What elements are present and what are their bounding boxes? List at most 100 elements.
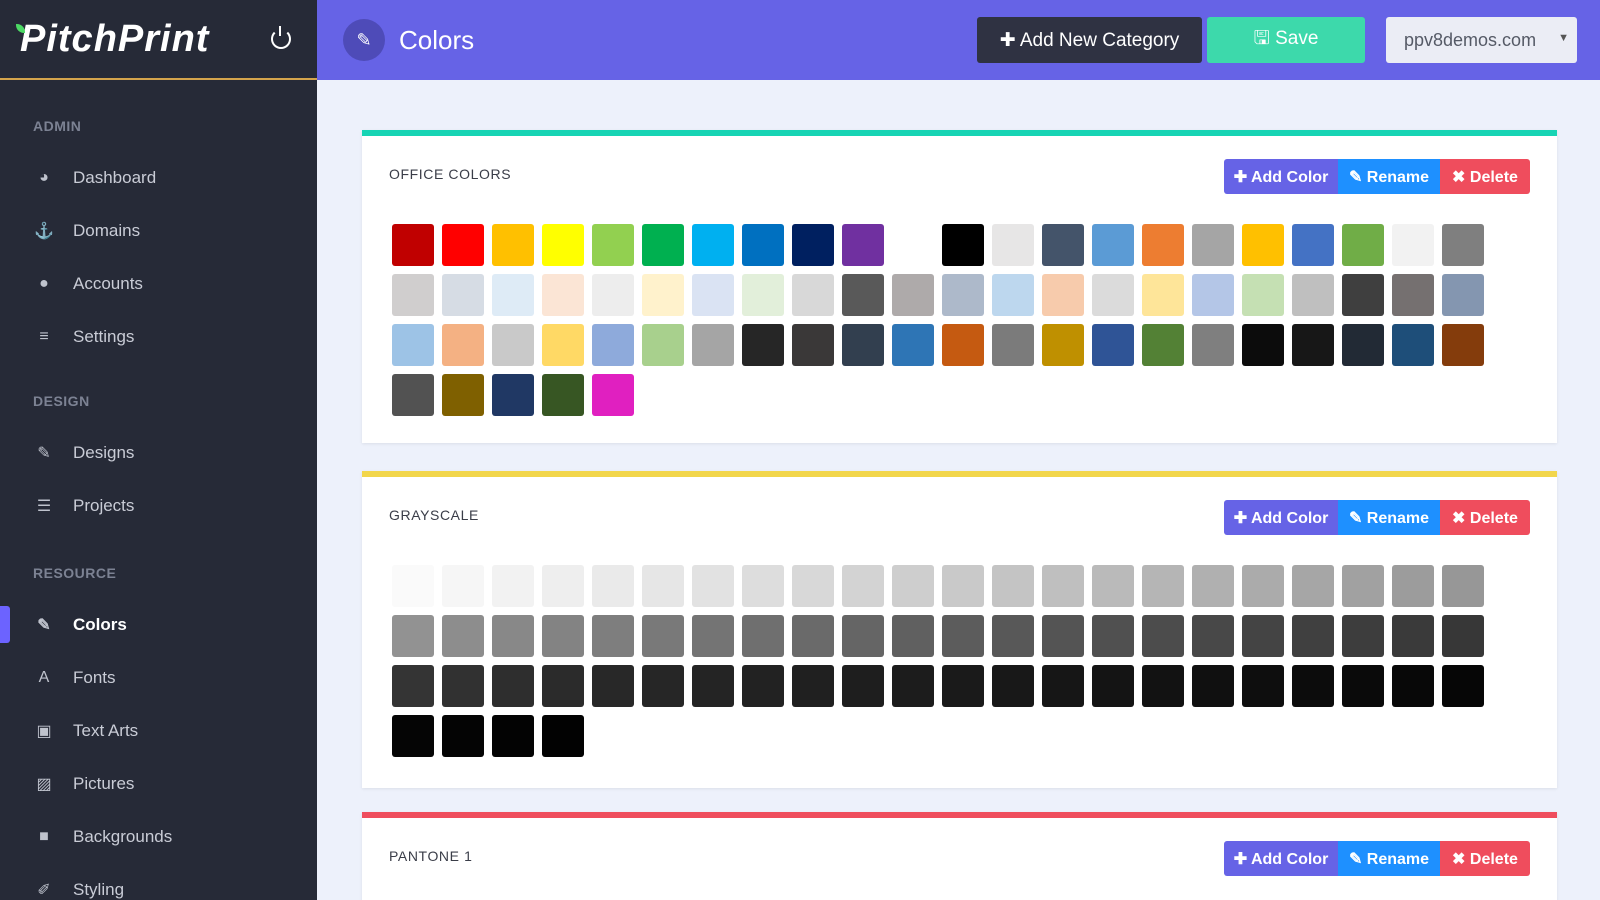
- color-swatch[interactable]: [1042, 565, 1084, 607]
- color-swatch[interactable]: [942, 565, 984, 607]
- color-swatch[interactable]: [392, 715, 434, 757]
- color-swatch[interactable]: [792, 665, 834, 707]
- color-swatch[interactable]: [1242, 565, 1284, 607]
- color-swatch[interactable]: [992, 324, 1034, 366]
- color-swatch[interactable]: [442, 615, 484, 657]
- save-button[interactable]: 🖫 Save: [1207, 17, 1365, 63]
- color-swatch[interactable]: [742, 665, 784, 707]
- sidebar-item-accounts[interactable]: ● Accounts: [0, 257, 317, 310]
- add-color-button[interactable]: ✚ Add Color: [1224, 159, 1338, 194]
- color-swatch[interactable]: [1192, 274, 1234, 316]
- color-swatch[interactable]: [742, 565, 784, 607]
- color-swatch[interactable]: [392, 615, 434, 657]
- color-swatch[interactable]: [992, 665, 1034, 707]
- color-swatch[interactable]: [392, 665, 434, 707]
- color-swatch[interactable]: [992, 224, 1034, 266]
- add-new-category-button[interactable]: ✚ Add New Category: [977, 17, 1202, 63]
- sidebar-item-styling[interactable]: ✐ Styling: [0, 863, 317, 900]
- color-swatch[interactable]: [442, 715, 484, 757]
- color-swatch[interactable]: [792, 274, 834, 316]
- color-swatch[interactable]: [1292, 224, 1334, 266]
- color-swatch[interactable]: [742, 224, 784, 266]
- color-swatch[interactable]: [1442, 665, 1484, 707]
- sidebar-item-text-arts[interactable]: ▣ Text Arts: [0, 704, 317, 757]
- color-swatch[interactable]: [1142, 274, 1184, 316]
- sidebar-item-settings[interactable]: ≡ Settings: [0, 310, 317, 363]
- color-swatch[interactable]: [492, 224, 534, 266]
- color-swatch[interactable]: [1042, 615, 1084, 657]
- color-swatch[interactable]: [542, 324, 584, 366]
- color-swatch[interactable]: [942, 224, 984, 266]
- power-icon[interactable]: [271, 26, 291, 49]
- color-swatch[interactable]: [442, 274, 484, 316]
- color-swatch[interactable]: [492, 665, 534, 707]
- color-swatch[interactable]: [1092, 615, 1134, 657]
- color-swatch[interactable]: [1342, 324, 1384, 366]
- color-swatch[interactable]: [942, 615, 984, 657]
- color-swatch[interactable]: [1242, 274, 1284, 316]
- color-swatch[interactable]: [1392, 665, 1434, 707]
- color-swatch[interactable]: [392, 274, 434, 316]
- color-swatch[interactable]: [1442, 565, 1484, 607]
- color-swatch[interactable]: [1242, 324, 1284, 366]
- color-swatch[interactable]: [942, 665, 984, 707]
- color-swatch[interactable]: [1092, 274, 1134, 316]
- color-swatch[interactable]: [742, 274, 784, 316]
- color-swatch[interactable]: [1092, 665, 1134, 707]
- color-swatch[interactable]: [1342, 565, 1384, 607]
- color-swatch[interactable]: [1192, 224, 1234, 266]
- color-swatch[interactable]: [1242, 665, 1284, 707]
- color-swatch[interactable]: [892, 324, 934, 366]
- color-swatch[interactable]: [842, 615, 884, 657]
- color-swatch[interactable]: [642, 324, 684, 366]
- color-swatch[interactable]: [1442, 224, 1484, 266]
- color-swatch[interactable]: [1292, 324, 1334, 366]
- color-swatch[interactable]: [492, 274, 534, 316]
- color-swatch[interactable]: [542, 665, 584, 707]
- color-swatch[interactable]: [742, 324, 784, 366]
- color-swatch[interactable]: [1292, 615, 1334, 657]
- color-swatch[interactable]: [592, 615, 634, 657]
- color-swatch[interactable]: [892, 274, 934, 316]
- color-swatch[interactable]: [592, 274, 634, 316]
- color-swatch[interactable]: [1392, 615, 1434, 657]
- color-swatch[interactable]: [692, 324, 734, 366]
- sidebar-item-colors[interactable]: ✎ Colors: [0, 598, 317, 651]
- color-swatch[interactable]: [1392, 274, 1434, 316]
- color-swatch[interactable]: [442, 565, 484, 607]
- delete-button[interactable]: ✖ Delete: [1440, 159, 1530, 194]
- color-swatch[interactable]: [442, 374, 484, 416]
- color-swatch[interactable]: [1042, 224, 1084, 266]
- color-swatch[interactable]: [692, 224, 734, 266]
- color-swatch[interactable]: [692, 565, 734, 607]
- color-swatch[interactable]: [642, 665, 684, 707]
- color-swatch[interactable]: [492, 565, 534, 607]
- color-swatch[interactable]: [792, 224, 834, 266]
- color-swatch[interactable]: [792, 565, 834, 607]
- sidebar-item-domains[interactable]: ⚓ Domains: [0, 204, 317, 257]
- color-swatch[interactable]: [1092, 565, 1134, 607]
- color-swatch[interactable]: [1142, 565, 1184, 607]
- color-swatch[interactable]: [592, 324, 634, 366]
- color-swatch[interactable]: [1242, 615, 1284, 657]
- color-swatch[interactable]: [1092, 324, 1134, 366]
- color-swatch[interactable]: [1142, 224, 1184, 266]
- color-swatch[interactable]: [542, 224, 584, 266]
- color-swatch[interactable]: [392, 224, 434, 266]
- color-swatch[interactable]: [1142, 324, 1184, 366]
- color-swatch[interactable]: [1292, 274, 1334, 316]
- color-swatch[interactable]: [792, 324, 834, 366]
- sidebar-item-backgrounds[interactable]: ■ Backgrounds: [0, 810, 317, 863]
- color-swatch[interactable]: [842, 665, 884, 707]
- color-swatch[interactable]: [692, 665, 734, 707]
- color-swatch[interactable]: [1342, 224, 1384, 266]
- color-swatch[interactable]: [892, 665, 934, 707]
- sidebar-item-designs[interactable]: ✎ Designs: [0, 426, 317, 479]
- color-swatch[interactable]: [542, 715, 584, 757]
- color-swatch[interactable]: [1042, 274, 1084, 316]
- color-swatch[interactable]: [892, 565, 934, 607]
- color-swatch[interactable]: [1392, 324, 1434, 366]
- color-swatch[interactable]: [942, 324, 984, 366]
- color-swatch[interactable]: [442, 665, 484, 707]
- color-swatch[interactable]: [1292, 565, 1334, 607]
